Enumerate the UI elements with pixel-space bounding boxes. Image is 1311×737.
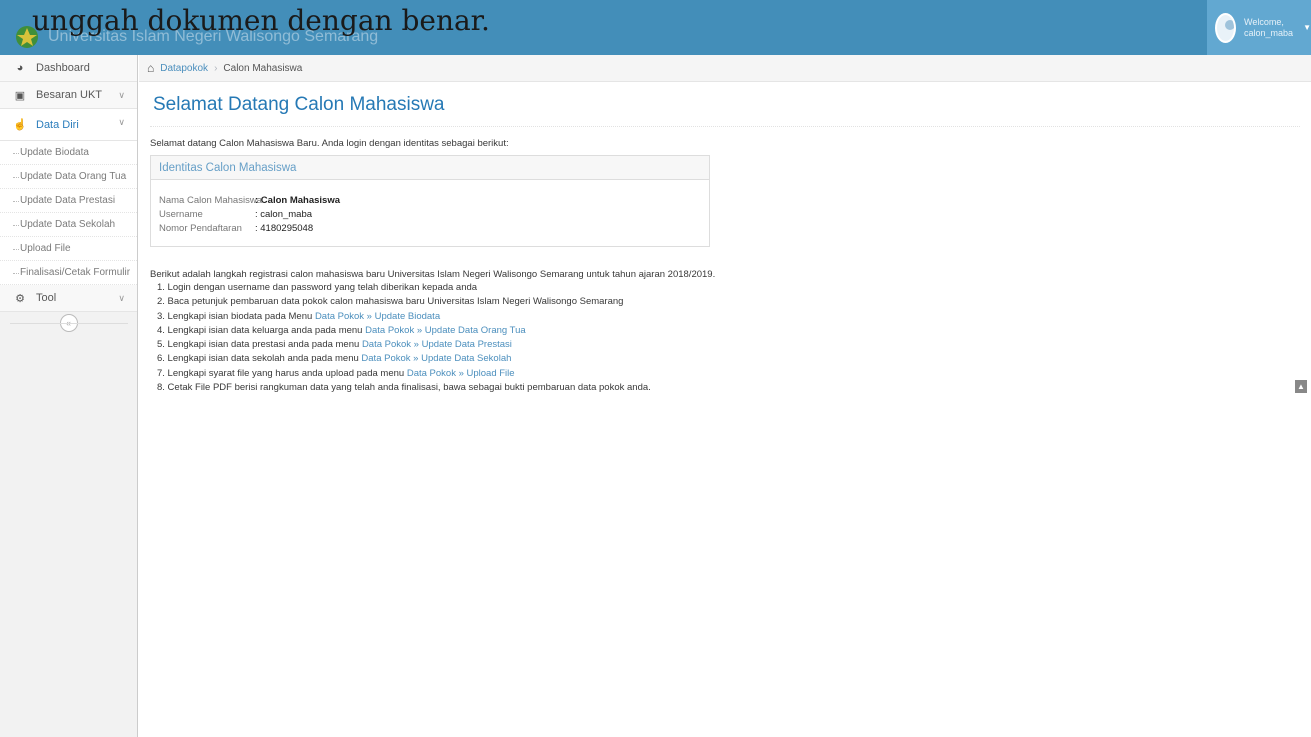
home-icon: ⌂	[147, 61, 155, 75]
hand-icon: ☝	[13, 119, 27, 131]
chevron-down-icon: ∨	[118, 293, 125, 303]
breadcrumb-separator: ›	[214, 62, 218, 74]
step-text: 7. Lengkapi syarat file yang harus anda …	[157, 367, 407, 379]
step-link[interactable]: Data Pokok » Update Data Sekolah	[361, 353, 511, 364]
step-link[interactable]: Data Pokok » Update Data Orang Tua	[365, 325, 526, 336]
identity-widget: Identitas Calon Mahasiswa Nama Calon Mah…	[150, 155, 710, 247]
step-text: 5. Lengkapi isian data prestasi anda pad…	[157, 339, 362, 351]
chevron-down-icon: ∨	[118, 90, 125, 100]
identity-row: Username : calon_maba	[159, 208, 701, 222]
identity-value: : 4180295048	[255, 223, 314, 234]
steps-intro: Berikut adalah langkah registrasi calon …	[150, 269, 716, 280]
sidebar: ◕ Dashboard ▣ Besaran UKT ∨ ☝ Data Diri …	[0, 55, 138, 737]
top-navbar: Universitas Islam Negeri Walisongo Semar…	[0, 0, 1311, 55]
step-item: 3. Lengkapi isian biodata pada Menu Data…	[157, 310, 1300, 324]
main-content: Selamat Datang Calon Mahasiswa Selamat d…	[150, 82, 1300, 395]
widget-title: Identitas Calon Mahasiswa	[151, 156, 709, 180]
identity-row: Nama Calon Mahasiswa : Calon Mahasiswa	[159, 194, 701, 208]
step-text: 4. Lengkapi isian data keluarga anda pad…	[157, 324, 366, 336]
submenu-item-upload-file[interactable]: Upload File	[0, 237, 137, 261]
step-text: 2. Baca petunjuk pembaruan data pokok ca…	[157, 296, 624, 308]
identity-label: Nomor Pendaftaran	[159, 223, 242, 234]
submenu-item-finalisasi[interactable]: Finalisasi/Cetak Formulir	[0, 261, 137, 285]
page-title: Selamat Datang Calon Mahasiswa	[153, 94, 445, 115]
identity-value: : calon_maba	[255, 209, 313, 220]
step-link[interactable]: Data Pokok » Update Biodata	[315, 311, 440, 322]
submenu-item-update-prestasi[interactable]: Update Data Prestasi	[0, 189, 137, 213]
submenu-item-update-orang-tua[interactable]: Update Data Orang Tua	[0, 165, 137, 189]
identity-row: Nomor Pendaftaran : 4180295048	[159, 222, 701, 236]
step-item: 6. Lengkapi isian data sekolah anda pada…	[157, 352, 1300, 366]
steps-list: 1. Login dengan username dan password ya…	[150, 281, 1300, 395]
identity-label: Username	[159, 209, 203, 220]
submenu-item-update-biodata[interactable]: Update Biodata	[0, 141, 137, 165]
cogs-icon: ⚙	[15, 292, 25, 305]
sidebar-item-data-diri[interactable]: ☝ Data Diri ∨	[0, 109, 137, 141]
step-text: 1. Login dengan username dan password ya…	[157, 282, 478, 293]
submenu-data-diri: Update Biodata Update Data Orang Tua Upd…	[0, 141, 137, 285]
sidebar-item-label: Besaran UKT	[36, 89, 103, 101]
sidebar-collapse[interactable]: «	[0, 312, 137, 334]
step-item: 4. Lengkapi isian data keluarga anda pad…	[157, 324, 1300, 338]
breadcrumb-current: Calon Mahasiswa	[223, 62, 303, 74]
user-menu[interactable]: Welcome, calon_maba ▼	[1207, 0, 1311, 55]
overlay-caption: unggah dokumen dengan benar.	[32, 4, 490, 37]
avatar	[1215, 12, 1237, 43]
scroll-up-button[interactable]: ▲	[1295, 380, 1307, 393]
sidebar-item-label: Data Diri	[36, 118, 79, 131]
breadcrumb-home-link[interactable]: Datapokok	[160, 63, 208, 74]
submenu-item-update-sekolah[interactable]: Update Data Sekolah	[0, 213, 137, 237]
step-text: 3. Lengkapi isian biodata pada Menu	[157, 310, 315, 322]
step-item: 8. Cetak File PDF berisi rangkuman data …	[157, 381, 1300, 395]
identity-value: : Calon Mahasiswa	[255, 195, 340, 206]
step-link[interactable]: Data Pokok » Update Data Prestasi	[362, 339, 512, 350]
sidebar-item-tool[interactable]: ⚙ Tool ∨	[0, 285, 137, 312]
sidebar-item-dashboard[interactable]: ◕ Dashboard	[0, 55, 137, 82]
caret-down-icon: ▼	[1303, 23, 1311, 32]
sidebar-item-label: Tool	[36, 292, 57, 304]
widget-body: Nama Calon Mahasiswa : Calon Mahasiswa U…	[151, 180, 709, 246]
sidebar-item-besaran-ukt[interactable]: ▣ Besaran UKT ∨	[0, 82, 137, 109]
step-item: 5. Lengkapi isian data prestasi anda pad…	[157, 338, 1300, 352]
breadcrumb: ⌂ Datapokok › Calon Mahasiswa	[139, 55, 1311, 82]
step-link[interactable]: Data Pokok » Upload File	[407, 368, 515, 379]
step-item: 7. Lengkapi syarat file yang harus anda …	[157, 367, 1300, 381]
double-left-icon: «	[59, 314, 78, 332]
step-text: 6. Lengkapi isian data sekolah anda pada…	[157, 353, 362, 365]
identity-label: Nama Calon Mahasiswa	[159, 195, 262, 206]
step-item: 1. Login dengan username dan password ya…	[157, 281, 1300, 295]
sidebar-item-label: Dashboard	[36, 62, 90, 74]
step-item: 2. Baca petunjuk pembaruan data pokok ca…	[157, 295, 1300, 309]
dashboard-icon: ◕	[16, 62, 24, 74]
user-name: calon_maba	[1244, 27, 1294, 38]
step-text: 8. Cetak File PDF berisi rangkuman data …	[157, 382, 651, 394]
chevron-down-icon: ∨	[118, 117, 125, 127]
intro-text: Selamat datang Calon Mahasiswa Baru. And…	[150, 138, 509, 149]
money-icon: ▣	[14, 89, 26, 102]
user-welcome: Welcome,	[1244, 16, 1284, 27]
double-up-icon: ▲	[1297, 382, 1305, 391]
divider	[150, 126, 1300, 127]
